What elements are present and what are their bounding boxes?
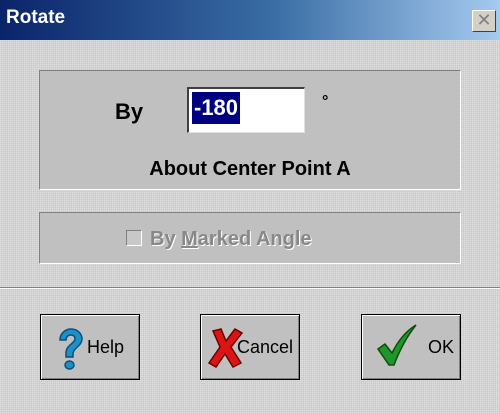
ok-label: OK — [428, 337, 455, 357]
close-button[interactable]: ✕ — [472, 10, 496, 32]
degree-symbol: ° — [322, 93, 329, 110]
by-marked-angle-checkbox[interactable] — [126, 230, 142, 246]
divider — [0, 287, 500, 289]
help-button[interactable]: Help — [40, 314, 140, 380]
cancel-label: Cancel — [237, 337, 294, 357]
title-bar[interactable]: Rotate ✕ — [0, 0, 500, 40]
cancel-button[interactable]: Cancel — [200, 314, 300, 380]
window-title: Rotate — [6, 7, 66, 28]
angle-input[interactable]: -180 — [187, 87, 305, 133]
rotate-dialog: Rotate ✕ By -180 ° About Center Point A … — [0, 0, 500, 414]
by-marked-angle-label[interactable]: By Marked Angle — [150, 228, 312, 251]
ok-button[interactable]: OK — [361, 314, 461, 380]
green-checkmark-icon — [376, 324, 417, 366]
about-center-point-label: About Center Point A — [149, 158, 351, 180]
question-mark-icon — [59, 328, 83, 370]
by-label: By — [115, 99, 144, 124]
help-label: Help — [87, 337, 125, 357]
close-icon: ✕ — [476, 10, 492, 31]
angle-value: -180 — [192, 92, 241, 124]
